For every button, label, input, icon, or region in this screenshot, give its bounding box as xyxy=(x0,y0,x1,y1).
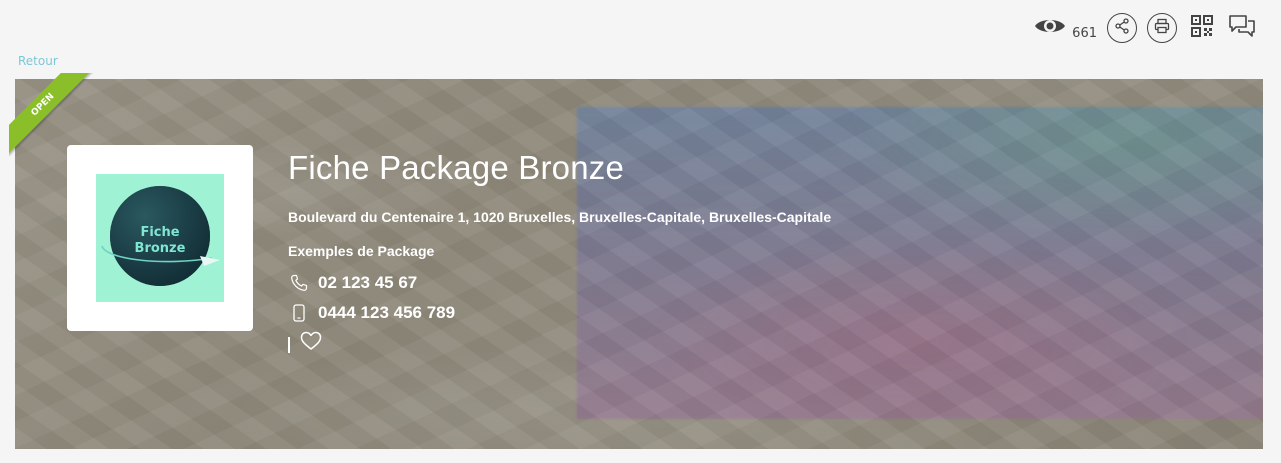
listing-info: Fiche Package Bronze Boulevard du Centen… xyxy=(288,145,831,355)
logo-card: Fiche Bronze xyxy=(67,145,253,331)
heart-icon xyxy=(300,331,322,355)
chat-icon xyxy=(1228,14,1256,42)
eye-icon xyxy=(1034,15,1066,41)
hero-banner: Fiche Bronze Fiche Package Bronze Boulev… xyxy=(15,79,1263,449)
page-title: Fiche Package Bronze xyxy=(288,149,625,186)
favorite-row xyxy=(288,331,831,355)
back-link[interactable]: Retour xyxy=(18,54,58,68)
chat-button[interactable] xyxy=(1227,13,1257,43)
phone-link[interactable]: 02 123 45 67 xyxy=(288,273,831,293)
status-ribbon-label: OPEN xyxy=(9,73,93,155)
qr-code-icon xyxy=(1191,15,1213,41)
mobile-phone-icon xyxy=(288,304,310,322)
top-toolbar: 661 xyxy=(1034,8,1257,48)
mobile-link[interactable]: 0444 123 456 789 xyxy=(288,303,831,323)
logo-text-line1: Fiche xyxy=(140,225,179,240)
status-ribbon: OPEN xyxy=(9,73,99,163)
favorite-button[interactable] xyxy=(300,331,322,355)
view-count: 661 xyxy=(1072,25,1097,41)
share-icon xyxy=(1114,18,1130,38)
listing-category: Exemples de Package xyxy=(288,243,435,259)
share-button[interactable] xyxy=(1107,13,1137,43)
listing-address: Boulevard du Centenaire 1, 1020 Bruxelle… xyxy=(288,209,832,225)
qr-code-button[interactable] xyxy=(1187,13,1217,43)
company-logo: Fiche Bronze xyxy=(96,174,224,302)
phone-number: 02 123 45 67 xyxy=(318,273,418,292)
logo-text-line2: Bronze xyxy=(135,241,186,256)
print-icon xyxy=(1154,18,1170,38)
mobile-number: 0444 123 456 789 xyxy=(318,303,456,322)
print-button[interactable] xyxy=(1147,13,1177,43)
divider xyxy=(288,337,290,353)
phone-icon xyxy=(288,274,310,292)
view-counter: 661 xyxy=(1034,15,1097,41)
